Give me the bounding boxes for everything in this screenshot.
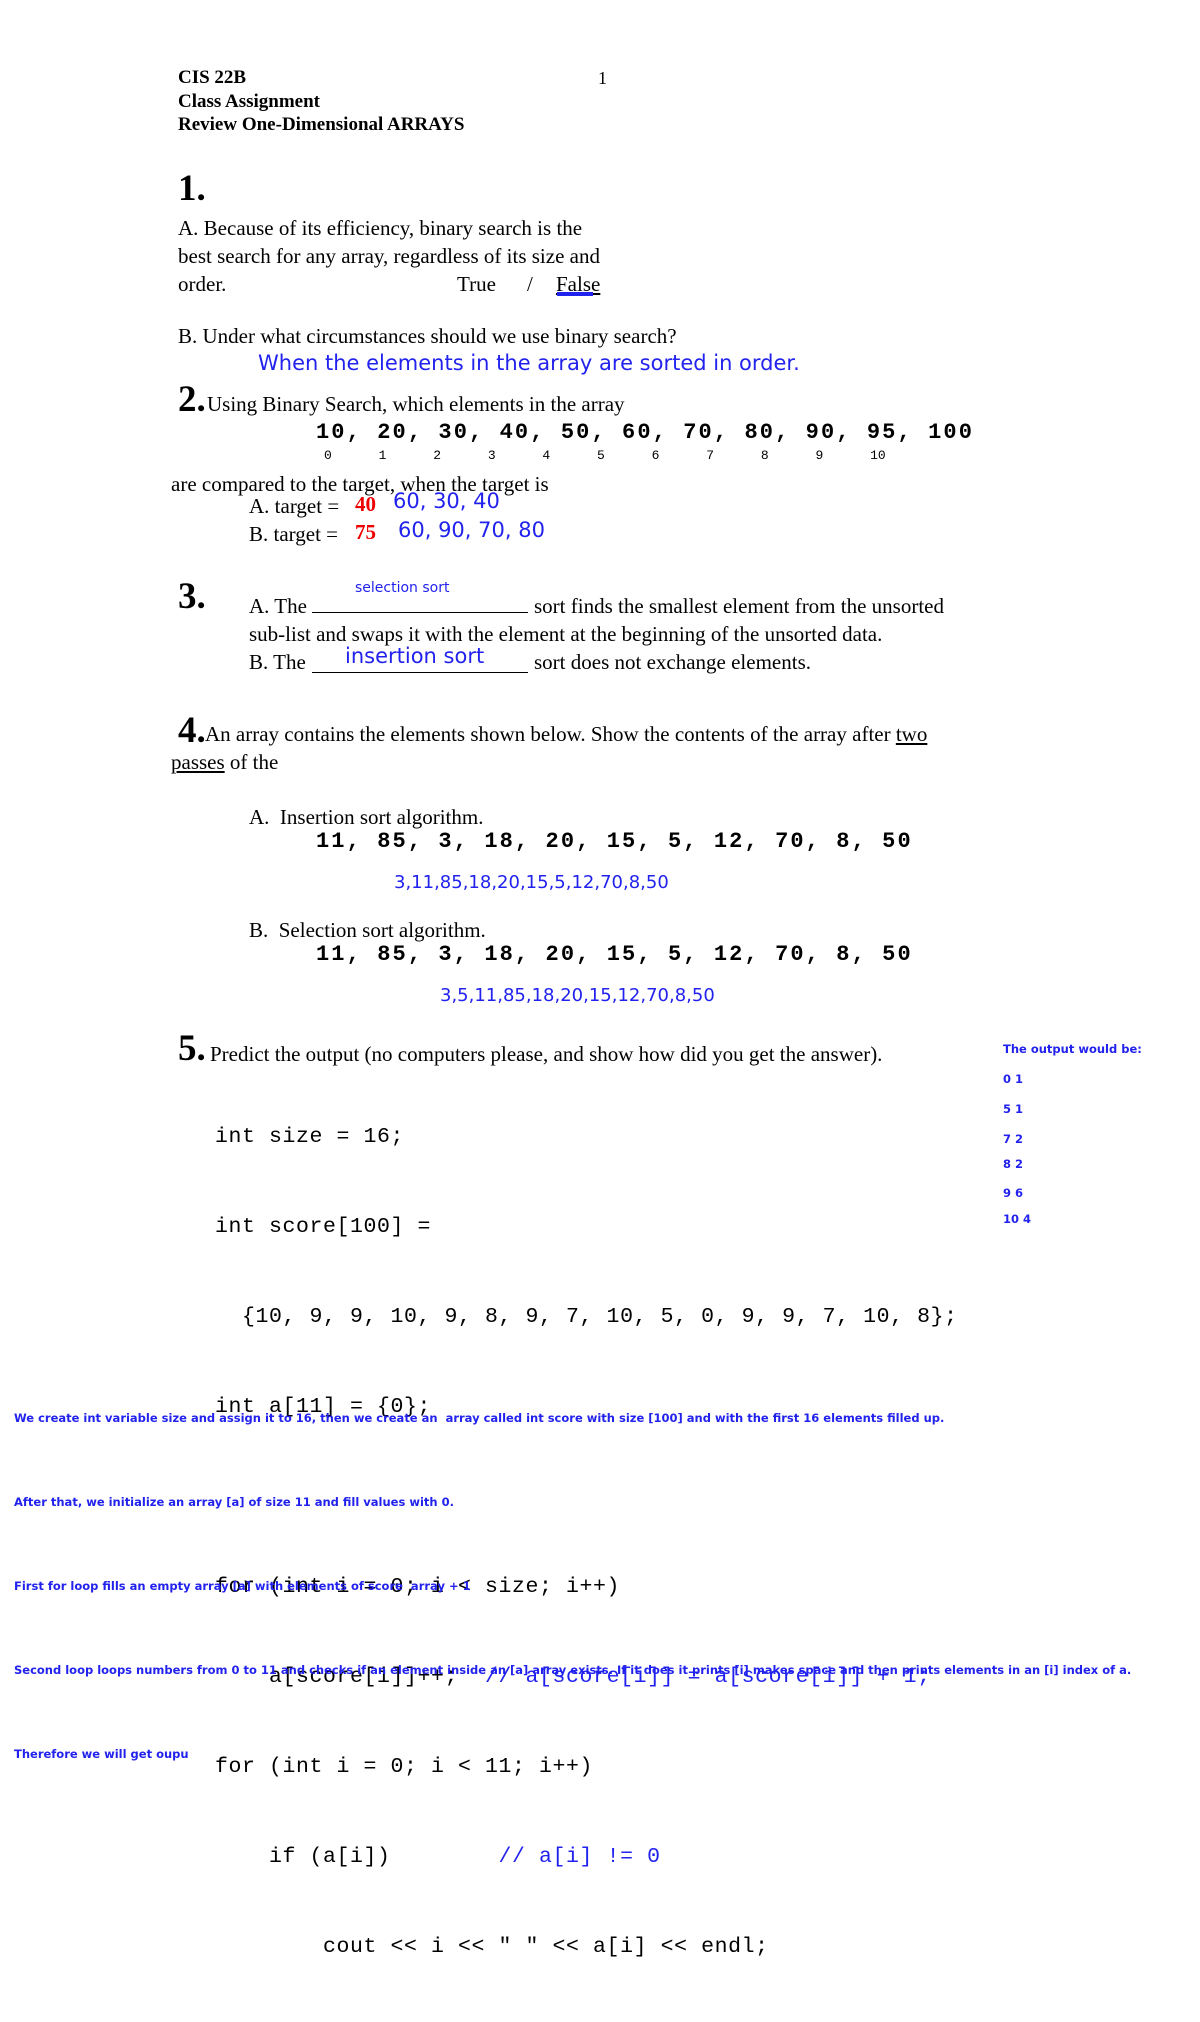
q2-part-a-target: 40 [355,492,376,516]
q1-part-a-line1: A. Because of its efficiency, binary sea… [178,216,583,240]
header-doc-type: Class Assignment [178,90,320,112]
q5-output-line-5: 10 4 [1003,1212,1032,1226]
q3-part-a-line2: sub-list and swaps it with the element a… [249,622,883,646]
q2-part-b-target: 75 [355,520,376,544]
code-line-3: {10, 9, 9, 10, 9, 8, 9, 7, 10, 5, 0, 9, … [215,1305,958,1329]
q4-prompt-line2: passes of the [171,748,278,776]
q4-prompt-passes: passes [171,750,225,774]
q2-prompt-line1: Using Binary Search, which elements in t… [207,392,625,416]
code-line-9-statement: if (a[i]) [215,1845,499,1869]
code-line-10: cout << i << " " << a[i] << endl; [215,1935,769,1959]
q1-part-b-question: B. Under what circumstances should we us… [178,324,677,348]
question-3-number: 3. [178,576,206,617]
q4-prompt-two: two [895,722,928,746]
q2-array-indices: 0 1 2 3 4 5 6 7 8 9 10 [324,448,886,463]
code-line-1: int size = 16; [215,1125,405,1149]
q3-part-a-blank-rule[interactable] [312,612,528,613]
q4-part-b-answer: 3,5,11,85,18,20,15,12,70,8,50 [440,985,715,1006]
q5-output-line-2: 7 2 [1003,1132,1024,1146]
explanation-line-3: Second loop loops numbers from 0 to 11 a… [14,1663,1132,1677]
q4-part-a-label: A. Insertion sort algorithm. [249,805,484,829]
q3-part-b-post: sort does not exchange elements. [534,650,811,674]
q1-part-b-answer: When the elements in the array are sorte… [258,351,800,375]
q4-prompt-line1: An array contains the elements shown bel… [205,720,927,748]
q5-explanation: We create int variable size and assign i… [14,1348,1131,1824]
assignment-page: CIS 22B Class Assignment Review One-Dime… [0,0,1200,1959]
q3-part-b-blank-answer[interactable]: insertion sort [345,644,484,668]
q2-part-a-answer: 60, 30, 40 [393,489,500,513]
q1-choice-separator: / [527,272,533,296]
explanation-line-1: After that, we initialize an array [a] o… [14,1495,454,1509]
q1-choice-true[interactable]: True [457,270,496,298]
q1-part-a-line2: best search for any array, regardless of… [178,244,600,268]
q3-part-b-pre: B. The [249,650,306,674]
q1-false-highlight-underline [557,292,593,296]
code-line-2: int score[100] = [215,1215,432,1239]
question-5-number: 5. [178,1028,206,1069]
q4-prompt-line1-text: An array contains the elements shown bel… [205,722,896,746]
q1-part-a-line3: order. [178,272,227,296]
q3-part-a-blank-answer[interactable]: selection sort [355,580,449,596]
q2-part-b-label: B. target = [249,522,339,546]
question-4-number: 4. [178,710,206,751]
q5-output-title: The output would be: [1003,1042,1142,1056]
explanation-line-4: Therefore we will get oupu [14,1747,189,1761]
q3-part-a-pre: A. The [249,594,307,618]
question-2-number: 2. [178,379,206,420]
code-line-9-comment: // a[i] != 0 [498,1845,661,1869]
explanation-line-2: First for loop fills an empty array [a] … [14,1579,471,1593]
q3-part-b-blank-rule[interactable] [312,672,528,673]
q4-part-a-answer: 3,11,85,18,20,15,5,12,70,8,50 [394,872,669,893]
page-number: 1 [598,68,607,88]
q4-part-b-array: 11, 85, 3, 18, 20, 15, 5, 12, 70, 8, 50 [316,942,913,967]
q4-part-a-array: 11, 85, 3, 18, 20, 15, 5, 12, 70, 8, 50 [316,829,913,854]
header-course: CIS 22B [178,67,247,88]
q5-output-line-3: 8 2 [1003,1157,1024,1171]
code-line-9: if (a[i]) // a[i] != 0 [215,1842,958,1872]
explanation-line-0: We create int variable size and assign i… [14,1411,945,1425]
q4-part-b-label: B. Selection sort algorithm. [249,918,486,942]
q4-prompt-line2-text: of the [224,750,279,774]
q3-part-a-post: sort finds the smallest element from the… [534,594,944,618]
document-header: CIS 22B Class Assignment Review One-Dime… [178,66,464,137]
q2-part-a-label: A. target = [249,494,340,518]
q2-part-b-answer: 60, 90, 70, 80 [398,518,545,542]
q5-output-line-1: 5 1 [1003,1102,1024,1116]
header-subtitle: Review One-Dimensional ARRAYS [178,114,465,135]
q5-output-line-4: 9 6 [1003,1186,1024,1200]
question-1-number: 1. [178,168,206,209]
q5-output-line-0: 0 1 [1003,1072,1024,1086]
q2-array-values: 10, 20, 30, 40, 50, 60, 70, 80, 90, 95, … [316,420,974,445]
